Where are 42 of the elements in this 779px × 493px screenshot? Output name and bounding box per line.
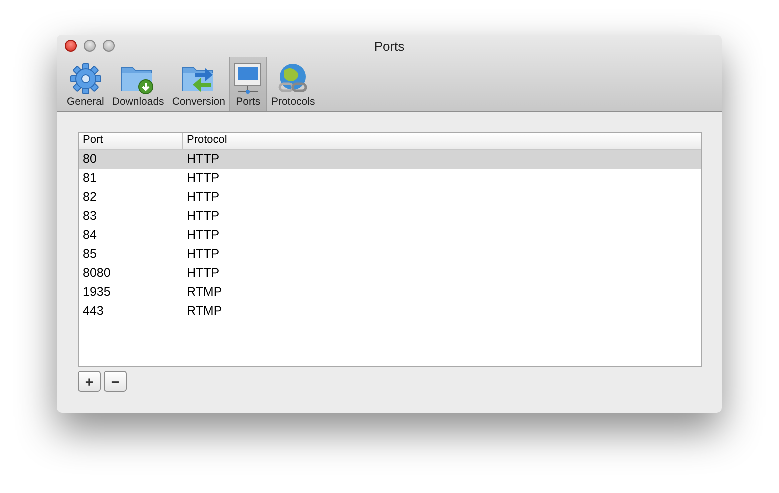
protocol-cell-text: HTTP	[186, 208, 220, 225]
table-row[interactable]: 8080 HTTP	[79, 264, 701, 283]
protocol-cell-text: HTTP	[186, 189, 220, 206]
minimize-button[interactable]	[84, 40, 96, 52]
remove-button[interactable]: −	[104, 371, 127, 392]
port-cell-text: 82	[82, 189, 98, 206]
column-header[interactable]: Protocol	[182, 133, 228, 149]
port-cell-text: 85	[82, 246, 98, 263]
monitor-icon	[233, 63, 264, 95]
table-row[interactable]: 443 RTMP	[79, 302, 701, 321]
port-cell-text: 81	[82, 170, 98, 187]
protocol-cell-text: HTTP	[186, 151, 220, 168]
table-row[interactable]: 80 HTTP	[79, 150, 701, 169]
toolbar-tab[interactable]: Downloads	[108, 57, 168, 111]
port-cell-text: 80	[82, 151, 98, 168]
protocol-cell-text: RTMP	[186, 284, 222, 301]
add-button[interactable]: +	[78, 371, 101, 392]
toolbar-tab[interactable]: Protocols	[267, 57, 320, 111]
protocol-cell-text: HTTP	[186, 246, 220, 263]
table-row[interactable]: 85 HTTP	[79, 245, 701, 264]
port-cell-text: 84	[82, 227, 98, 244]
port-cell-text: 8080	[82, 265, 112, 282]
port-cell-text: 443	[82, 303, 105, 320]
toolbar-tab[interactable]: Ports	[229, 57, 268, 111]
protocol-cell-text: HTTP	[186, 227, 220, 244]
close-button[interactable]	[65, 40, 77, 52]
toolbar-tab[interactable]: General	[63, 57, 108, 111]
table-row[interactable]: 1935 RTMP	[79, 283, 701, 302]
window-title: Ports	[374, 38, 405, 54]
table-row[interactable]: 84 HTTP	[79, 226, 701, 245]
protocol-cell-text: RTMP	[186, 303, 222, 320]
toolbar-tab[interactable]: Conversion	[168, 57, 230, 111]
port-cell-text: 83	[82, 208, 98, 225]
column-header[interactable]: Port	[79, 133, 182, 149]
table-row[interactable]: 82 HTTP	[79, 188, 701, 207]
gear-icon	[70, 63, 102, 95]
port-cell-text: 1935	[82, 284, 112, 301]
zoom-button[interactable]	[103, 40, 115, 52]
table-row[interactable]: 83 HTTP	[79, 207, 701, 226]
protocol-cell-text: HTTP	[186, 265, 220, 282]
protocol-cell-text: HTTP	[186, 170, 220, 187]
table-row[interactable]: 81 HTTP	[79, 169, 701, 188]
